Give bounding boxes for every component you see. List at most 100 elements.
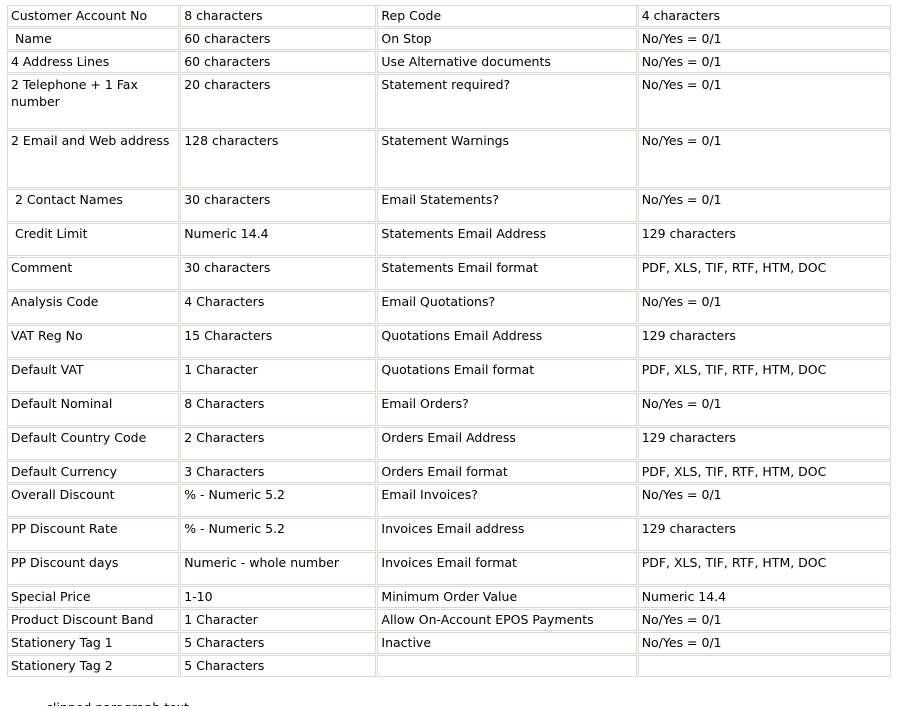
table-row: Analysis Code 4 Characters Email Quotation… xyxy=(7,291,891,324)
field-format-cell: 30 characters xyxy=(180,189,377,222)
cell-text: Rep Code xyxy=(381,8,442,23)
field-name-cell: PP Discount Rate xyxy=(7,518,180,551)
field-name-cell: 2 Contact Names xyxy=(7,189,180,222)
field-format-cell: 3 Characters xyxy=(180,461,377,483)
cell-text: No/Yes = 0/1 xyxy=(641,77,722,92)
cell-text: Default Currency xyxy=(11,464,117,479)
table-row: 4 Address Lines 60 characters Use Alternat… xyxy=(7,51,891,73)
table-row: Stationery Tag 2 5 Characters xyxy=(7,655,891,677)
cell-text: No/Yes = 0/1 xyxy=(641,192,722,207)
field-format-cell: No/Yes = 0/1 xyxy=(637,609,891,631)
table-row: 2 Contact Names 30 characters Email Statem… xyxy=(7,189,891,222)
table-row: 2 Telephone + 1 Fax number 20 characters S… xyxy=(7,74,891,129)
field-name-cell: 2 Telephone + 1 Fax number xyxy=(7,74,180,129)
field-format-cell: No/Yes = 0/1 xyxy=(637,130,891,188)
field-name-cell: Quotations Email Address xyxy=(377,325,637,358)
field-format-cell: No/Yes = 0/1 xyxy=(637,393,891,426)
cell-text: 1 Character xyxy=(184,612,258,627)
table-row: PP Discount days Numeric - whole number In… xyxy=(7,552,891,585)
field-format-cell: 5 Characters xyxy=(180,655,377,677)
field-name-cell: Special Price xyxy=(7,586,180,608)
field-format-cell: PDF, XLS, TIF, RTF, HTM, DOC xyxy=(637,359,891,392)
cell-text: Name xyxy=(11,31,52,46)
field-name-cell: 4 Address Lines xyxy=(7,51,180,73)
field-name-cell: On Stop xyxy=(377,28,637,50)
field-format-cell: 4 Characters xyxy=(180,291,377,324)
field-name-cell: Stationery Tag 1 xyxy=(7,632,180,654)
field-name-cell: 2 Email and Web address xyxy=(7,130,180,188)
field-format-cell: 60 characters xyxy=(180,28,377,50)
field-format-cell: 8 characters xyxy=(180,5,377,27)
field-name-cell: Inactive xyxy=(377,632,637,654)
cell-text: PDF, XLS, TIF, RTF, HTM, DOC xyxy=(641,260,827,275)
cell-text: Invoices Email format xyxy=(381,555,517,570)
field-name-cell: Product Discount Band xyxy=(7,609,180,631)
table-row: PP Discount Rate % - Numeric 5.2 Invoices … xyxy=(7,518,891,551)
cell-text: 129 characters xyxy=(641,226,736,241)
cell-text: Statement required? xyxy=(381,77,511,92)
cell-text: Credit Limit xyxy=(11,226,88,241)
cell-text: Use Alternative documents xyxy=(381,54,551,69)
field-format-cell: 1 Character xyxy=(180,359,377,392)
table-row: 2 Email and Web address 128 characters Sta… xyxy=(7,130,891,188)
cell-text: 1-10 xyxy=(184,589,213,604)
field-format-cell: 20 characters xyxy=(180,74,377,129)
cell-text: 129 characters xyxy=(641,328,736,343)
table-row: Special Price 1-10 Minimum Order Value Nume… xyxy=(7,586,891,608)
field-name-cell: Use Alternative documents xyxy=(377,51,637,73)
field-format-cell: No/Yes = 0/1 xyxy=(637,189,891,222)
field-name-cell: Default Country Code xyxy=(7,427,180,460)
cell-text: No/Yes = 0/1 xyxy=(641,31,722,46)
table-row: Default Nominal 8 Characters Email Orders?… xyxy=(7,393,891,426)
field-name-cell: Allow On-Account EPOS Payments xyxy=(377,609,637,631)
table-row: Default Country Code 2 Characters Orders E… xyxy=(7,427,891,460)
field-name-cell: Email Orders? xyxy=(377,393,637,426)
field-format-cell: 4 characters xyxy=(637,5,891,27)
cell-text: 2 Characters xyxy=(184,430,265,445)
cell-text: 129 characters xyxy=(641,430,736,445)
field-name-cell: Email Statements? xyxy=(377,189,637,222)
cell-text: 30 characters xyxy=(184,260,271,275)
field-name-cell: Statements Email Address xyxy=(377,223,637,256)
cell-text: 4 Address Lines xyxy=(11,54,110,69)
field-format-cell: 1-10 xyxy=(180,586,377,608)
table-row: Product Discount Band 1 Character Allow On… xyxy=(7,609,891,631)
field-format-cell: 30 characters xyxy=(180,257,377,290)
field-name-cell: Rep Code xyxy=(377,5,637,27)
field-format-cell: PDF, XLS, TIF, RTF, HTM, DOC xyxy=(637,552,891,585)
cell-text: Email Quotations? xyxy=(381,294,496,309)
cell-text: Special Price xyxy=(11,589,91,604)
cell-text: No/Yes = 0/1 xyxy=(641,133,722,148)
field-name-cell: Customer Account No xyxy=(7,5,180,27)
table-row: Name 60 characters On Stop No/Yes = 0/1 xyxy=(7,28,891,50)
cell-text: Numeric 14.4 xyxy=(641,589,727,604)
field-format-cell: 2 Characters xyxy=(180,427,377,460)
field-format-cell: PDF, XLS, TIF, RTF, HTM, DOC xyxy=(637,257,891,290)
field-format-cell: Numeric - whole number xyxy=(180,552,377,585)
cell-text: 2 Contact Names xyxy=(11,192,123,207)
field-format-cell xyxy=(637,655,891,677)
field-name-cell: Name xyxy=(7,28,180,50)
cell-text: 5 Characters xyxy=(184,658,265,673)
table-row: Stationery Tag 1 5 Characters Inactive No/Y… xyxy=(7,632,891,654)
cell-text: Overall Discount xyxy=(11,487,115,502)
field-name-cell: Quotations Email format xyxy=(377,359,637,392)
cell-text: PP Discount days xyxy=(11,555,119,570)
field-name-cell: Invoices Email format xyxy=(377,552,637,585)
cell-text: 3 Characters xyxy=(184,464,265,479)
field-format-cell: 129 characters xyxy=(637,223,891,256)
cell-text: 5 Characters xyxy=(184,635,265,650)
cell-text: No/Yes = 0/1 xyxy=(641,396,722,411)
cell-text: 4 characters xyxy=(641,8,720,23)
field-name-cell: PP Discount days xyxy=(7,552,180,585)
cell-text: Analysis Code xyxy=(11,294,99,309)
cell-text: On Stop xyxy=(381,31,432,46)
cell-text: Stationery Tag 2 xyxy=(11,658,113,673)
cell-text: 129 characters xyxy=(641,521,736,536)
field-name-cell: Analysis Code xyxy=(7,291,180,324)
field-name-cell: Comment xyxy=(7,257,180,290)
field-format-cell: % - Numeric 5.2 xyxy=(180,518,377,551)
cell-text: Default Country Code xyxy=(11,430,147,445)
cell-text: Statements Email Address xyxy=(381,226,547,241)
cell-text: Statement Warnings xyxy=(381,133,510,148)
